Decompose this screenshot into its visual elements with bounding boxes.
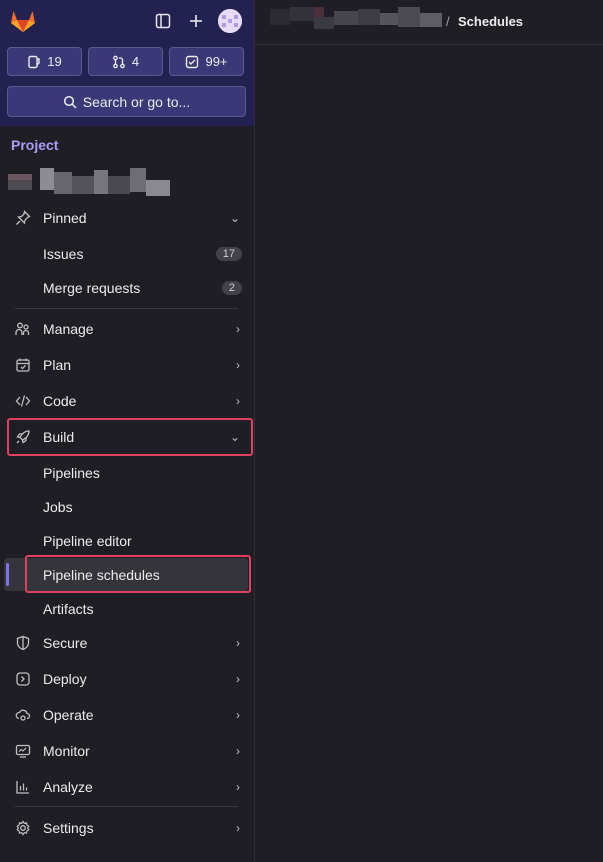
sidebar-item-jobs[interactable]: Jobs: [8, 490, 252, 524]
divider: [15, 806, 238, 807]
monitor-icon: [14, 742, 32, 760]
count-badge: 17: [215, 247, 242, 261]
breadcrumb-separator: /: [446, 14, 450, 29]
calendar-icon: [14, 356, 32, 374]
sidebar-item-label: Pipelines: [43, 465, 100, 481]
users-icon: [14, 320, 32, 338]
sidebar-topbar: 19 4 99+ Search or go to...: [0, 0, 254, 126]
sidebar-item-label: Deploy: [43, 671, 87, 687]
chevron-right-icon: ›: [236, 394, 240, 408]
search-button[interactable]: Search or go to...: [7, 86, 246, 117]
avatar[interactable]: [218, 9, 242, 33]
sidebar-item-label: Manage: [43, 321, 94, 337]
merge-request-icon: [113, 55, 125, 68]
sidebar-item-label: Analyze: [43, 779, 93, 795]
pipeline-schedules-highlight: [25, 555, 251, 593]
sidebar-item-operate[interactable]: Operate ›: [8, 698, 252, 732]
project-name-pixelated[interactable]: [8, 168, 170, 198]
sidebar-item-pipelines[interactable]: Pipelines: [8, 456, 252, 490]
sidebar-item-plan[interactable]: Plan ›: [8, 348, 252, 382]
pinned-label: Pinned: [43, 210, 87, 226]
sidebar-item-secure[interactable]: Secure ›: [8, 626, 252, 660]
sidebar-item-artifacts[interactable]: Artifacts: [8, 592, 252, 626]
chevron-right-icon: ›: [236, 780, 240, 794]
sidebar-item-label: Plan: [43, 357, 72, 373]
sidebar-item-label: Settings: [43, 820, 94, 836]
merge-requests-count: 4: [131, 54, 140, 69]
chevron-right-icon: ›: [236, 322, 240, 336]
sidebar-item-label: Monitor: [43, 743, 90, 759]
context-label: Project: [11, 137, 59, 153]
sidebar-item-settings[interactable]: Settings ›: [8, 811, 252, 845]
chevron-right-icon: ›: [236, 708, 240, 722]
sidebar-item-label: Operate: [43, 707, 94, 723]
sidebar-item-monitor[interactable]: Monitor ›: [8, 734, 252, 768]
todos-count: 99+: [205, 54, 228, 69]
cloud-gear-icon: [14, 706, 32, 724]
build-highlight: [7, 418, 253, 456]
sidebar-item-label: Pipeline editor: [43, 533, 132, 549]
sidebar-toggle-icon[interactable]: [152, 10, 174, 32]
gitlab-logo-icon[interactable]: [10, 9, 36, 33]
chevron-right-icon: ›: [236, 672, 240, 686]
issues-icon: [28, 55, 40, 68]
sidebar-item-label: Code: [43, 393, 77, 409]
deploy-icon: [14, 670, 32, 688]
breadcrumb-current: Schedules: [458, 14, 524, 29]
count-badge: 2: [221, 281, 242, 295]
todos-counter-button[interactable]: 99+: [169, 47, 244, 76]
todo-icon: [186, 55, 199, 68]
sidebar-item-merge-requests[interactable]: Merge requests 2: [8, 271, 252, 305]
breadcrumb-project-pixelated[interactable]: [270, 7, 442, 29]
pinned-section[interactable]: Pinned ⌄: [8, 201, 252, 235]
sidebar-item-label: Jobs: [43, 499, 73, 515]
code-icon: [14, 392, 32, 410]
plus-icon[interactable]: [185, 10, 207, 32]
search-icon: [63, 95, 77, 109]
gear-icon: [14, 819, 32, 837]
sidebar-item-deploy[interactable]: Deploy ›: [8, 662, 252, 696]
sidebar-item-label: Artifacts: [43, 601, 94, 617]
issues-count: 19: [47, 54, 62, 69]
sidebar-item-pipeline-editor[interactable]: Pipeline editor: [8, 524, 252, 558]
merge-requests-counter-button[interactable]: 4: [88, 47, 163, 76]
chevron-right-icon: ›: [236, 744, 240, 758]
sidebar-item-issues[interactable]: Issues 17: [8, 237, 252, 271]
chevron-right-icon: ›: [236, 636, 240, 650]
sidebar-item-label: Issues: [43, 246, 84, 262]
chart-icon: [14, 778, 32, 796]
divider: [15, 308, 238, 309]
sidebar: 19 4 99+ Search or go to... Project Pinn…: [0, 0, 255, 862]
chevron-down-icon: ⌄: [229, 211, 240, 225]
sidebar-item-label: Secure: [43, 635, 88, 651]
sidebar-item-analyze[interactable]: Analyze ›: [8, 770, 252, 804]
issues-counter-button[interactable]: 19: [7, 47, 82, 76]
search-label: Search or go to...: [82, 93, 191, 110]
chevron-right-icon: ›: [236, 358, 240, 372]
sidebar-item-manage[interactable]: Manage ›: [8, 312, 252, 346]
thumbtack-icon: [14, 209, 32, 227]
chevron-right-icon: ›: [236, 821, 240, 835]
sidebar-item-code[interactable]: Code ›: [8, 384, 252, 418]
shield-icon: [14, 634, 32, 652]
sidebar-item-label: Merge requests: [43, 280, 141, 296]
